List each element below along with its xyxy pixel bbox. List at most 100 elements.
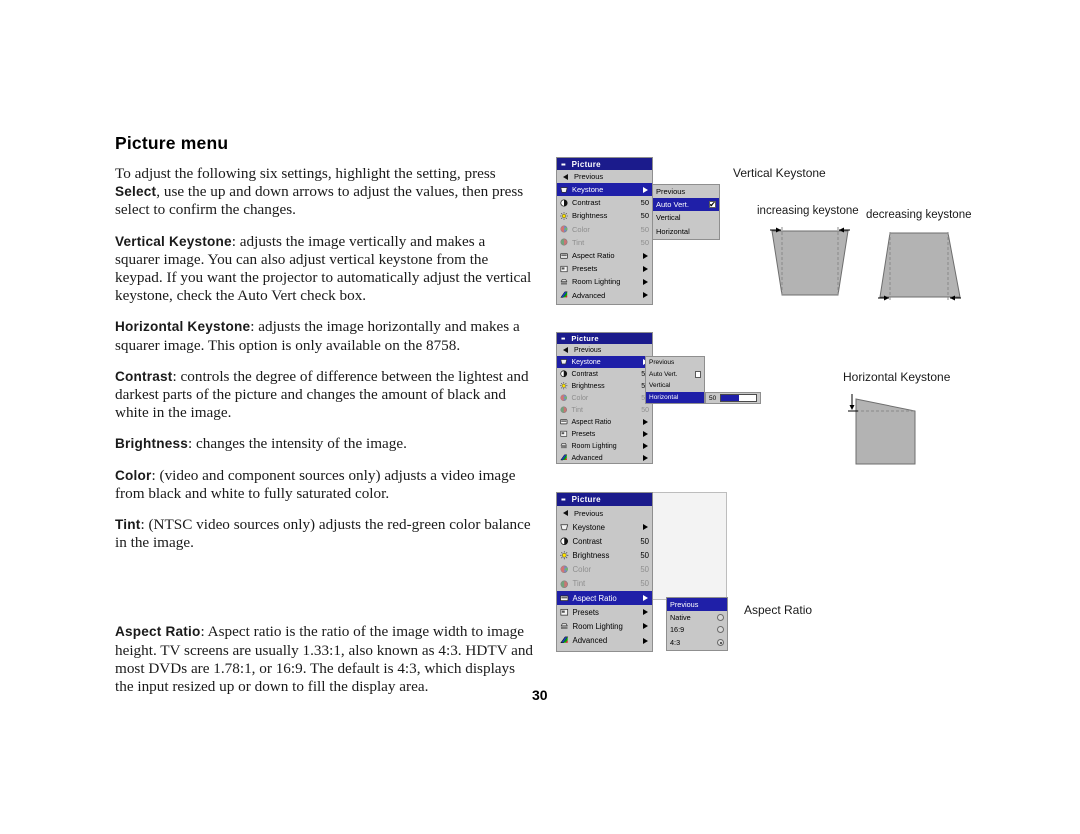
menu-item-label: Contrast xyxy=(572,536,602,546)
menu-item-value: 50 xyxy=(641,406,649,414)
menu-item-label: Tint xyxy=(571,406,583,414)
menu-item-advanced[interactable]: Advanced xyxy=(557,634,652,648)
menu-title-label-3: Picture xyxy=(571,495,601,504)
menu-item-advanced[interactable]: Advanced xyxy=(557,289,652,302)
menu-item-presets[interactable]: Presets xyxy=(557,605,652,619)
menu-item-tint[interactable]: Tint 50 xyxy=(557,404,652,416)
menu-item-keystone[interactable]: Keystone xyxy=(557,356,652,368)
menu-item-advanced[interactable]: Advanced xyxy=(557,452,652,464)
menu-item-label: Presets xyxy=(572,607,599,617)
left-triangle-icon xyxy=(561,173,570,180)
submenu-item-auto-vert-[interactable]: Auto Vert. xyxy=(646,369,704,381)
menu-item-aspect-ratio[interactable]: Aspect Ratio xyxy=(557,416,652,428)
auto-vert-checkbox[interactable]: ✔ xyxy=(709,200,716,209)
menu-item-label: Tint xyxy=(572,579,586,589)
contrast-icon xyxy=(560,370,568,378)
submenu-item-label: Previous xyxy=(649,359,675,367)
aspect-ratio-submenu[interactable]: Previous Native 16:9 4:3 xyxy=(666,597,728,651)
menu-item-aspect-ratio[interactable]: Aspect Ratio xyxy=(557,249,652,262)
submenu-item-previous[interactable]: Previous xyxy=(646,357,704,369)
advanced-icon xyxy=(560,454,568,462)
menu-item-label: Aspect Ratio xyxy=(571,418,612,426)
decreasing-keystone-diagram xyxy=(878,232,961,301)
submenu-item-4-3[interactable]: 4:3 xyxy=(667,636,727,649)
menu-item-contrast[interactable]: Contrast50 xyxy=(557,368,652,380)
menu-item-value: 50 xyxy=(640,237,649,247)
menu-item-brightness[interactable]: Brightness50 xyxy=(557,209,652,222)
chevron-right-icon xyxy=(641,265,649,272)
menu-item-previous-3[interactable]: Previous xyxy=(557,506,652,520)
menu-item-room-lighting[interactable]: Room Lighting xyxy=(557,440,652,452)
aspect-ratio-radio[interactable] xyxy=(717,639,724,647)
paragraph-tint: Tint: (NTSC video sources only) adjusts … xyxy=(115,516,533,552)
horizontal-keystone-slider[interactable]: 50 xyxy=(705,392,761,404)
submenu-item-16-9[interactable]: 16:9 xyxy=(667,624,727,637)
menu-item-label: Tint xyxy=(572,237,585,247)
projector-menu-1[interactable]: ▪▪ Picture Previous Keystone Contrast 50 Br… xyxy=(556,157,720,305)
auto-vert-checkbox[interactable] xyxy=(694,371,701,378)
menu-item-label: Brightness xyxy=(572,550,610,560)
advanced-icon xyxy=(560,291,568,299)
submenu-item-previous[interactable]: Previous xyxy=(653,185,719,198)
paragraph-brightness: Brightness: changes the intensity of the… xyxy=(115,435,533,453)
lead-vertical-keystone: Vertical Keystone xyxy=(115,233,232,249)
menu-item-previous-2[interactable]: Previous xyxy=(557,344,652,356)
menu-item-contrast[interactable]: Contrast50 xyxy=(557,534,652,548)
menu-item-presets[interactable]: Presets xyxy=(557,428,652,440)
submenu-item-horizontal[interactable]: Horizontal xyxy=(653,225,719,238)
menu-item-previous-1[interactable]: Previous xyxy=(557,170,652,183)
keystone-submenu-2[interactable]: Previous Auto Vert. Vertical Horizontal xyxy=(645,356,705,404)
submenu-item-label: 16:9 xyxy=(670,625,685,635)
menu-item-presets[interactable]: Presets xyxy=(557,262,652,275)
menu-item-contrast[interactable]: Contrast50 xyxy=(557,196,652,209)
projector-menu-2[interactable]: ▪▪ Picture Previous KeystoneContrast50Br… xyxy=(556,332,761,464)
room-lighting-icon xyxy=(560,442,568,450)
submenu-item-horizontal[interactable]: Horizontal xyxy=(646,391,704,403)
menu-item-label: Previous xyxy=(574,346,602,354)
menu-item-label: Contrast xyxy=(571,370,598,378)
color-icon xyxy=(560,225,568,233)
menu-item-aspect-ratio[interactable]: Aspect Ratio xyxy=(557,590,652,606)
menu-item-room-lighting[interactable]: Room Lighting xyxy=(557,275,652,288)
projector-menu-3[interactable]: ▪▪ Picture Previous Keystone Contrast 50 Br… xyxy=(556,492,728,652)
slider-value: 50 xyxy=(709,394,717,402)
lead-horizontal-keystone: Horizontal Keystone xyxy=(115,319,251,335)
menu-item-keystone[interactable]: Keystone xyxy=(557,520,652,534)
menu-item-label: Keystone xyxy=(572,522,606,532)
keystone-submenu-1[interactable]: Previous Auto Vert. ✔ Vertical Horizontal xyxy=(652,184,720,240)
submenu-item-auto-vert-[interactable]: Auto Vert. ✔ xyxy=(653,198,719,212)
slider-track[interactable] xyxy=(720,394,757,402)
submenu-item-label: 4:3 xyxy=(670,638,681,648)
menu-item-value: 50 xyxy=(640,198,649,208)
contrast-icon xyxy=(560,199,568,207)
menu-item-tint[interactable]: Tint 50 xyxy=(557,577,652,591)
submenu-item-native[interactable]: Native xyxy=(667,611,727,624)
menu-title-bar-2: ▪▪ Picture xyxy=(557,333,652,344)
advanced-icon xyxy=(560,636,569,645)
paragraph-color: Color: (video and component sources only… xyxy=(115,467,533,503)
menu-item-brightness[interactable]: Brightness 50 xyxy=(557,548,652,562)
aspect-ratio-radio[interactable] xyxy=(717,626,724,634)
paragraph-vertical-keystone: Vertical Keystone: adjusts the image ver… xyxy=(115,233,533,306)
decreasing-keystone-label: decreasing keystone xyxy=(866,209,972,221)
menu-item-value: 50 xyxy=(640,550,649,560)
chevron-right-icon xyxy=(641,252,649,259)
menu-item-color[interactable]: Color50 xyxy=(557,223,652,236)
menu-item-keystone[interactable]: Keystone xyxy=(557,183,652,197)
menu-item-color[interactable]: Color50 xyxy=(557,563,652,577)
aspect-ratio-radio[interactable] xyxy=(717,613,724,621)
menu-item-brightness[interactable]: Brightness50 xyxy=(557,380,652,392)
submenu-item-vertical[interactable]: Vertical xyxy=(653,211,719,224)
keystone-submenu-rows-2: Previous Auto Vert. Vertical Horizontal xyxy=(646,357,704,403)
submenu-item-vertical[interactable]: Vertical xyxy=(646,380,704,392)
lead-brightness: Brightness xyxy=(115,436,189,452)
increasing-keystone-label: increasing keystone xyxy=(757,205,859,217)
submenu-item-previous[interactable]: Previous xyxy=(667,598,727,611)
menu-item-label: Keystone xyxy=(571,358,601,366)
menu-item-color[interactable]: Color50 xyxy=(557,392,652,404)
lead-tint: Tint xyxy=(115,517,141,533)
menu-item-tint[interactable]: Tint 50 xyxy=(557,236,652,249)
menu-item-room-lighting[interactable]: Room Lighting xyxy=(557,619,652,633)
menu-item-value: 50 xyxy=(640,211,649,221)
horizontal-keystone-diagram xyxy=(848,394,916,465)
